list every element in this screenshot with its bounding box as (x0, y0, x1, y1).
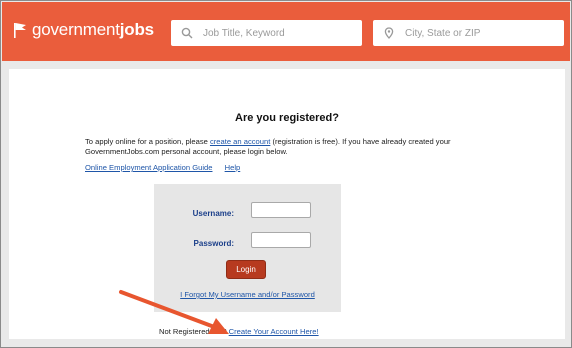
forgot-credentials-row: I Forgot My Username and/or Password (154, 290, 341, 299)
flag-icon (14, 23, 26, 38)
site-logo[interactable]: government jobs (12, 20, 154, 40)
location-search-input[interactable] (403, 26, 547, 40)
guide-links: Online Employment Application Guide Help (85, 163, 250, 172)
page-title: Are you registered? (235, 112, 339, 124)
location-search-box[interactable] (373, 20, 564, 46)
content-panel: Are you registered? To apply online for … (9, 69, 565, 339)
location-pin-icon (384, 27, 394, 39)
search-icon (181, 27, 193, 39)
application-guide-link[interactable]: Online Employment Application Guide (85, 163, 212, 172)
password-label: Password: (193, 239, 234, 248)
password-input[interactable] (251, 232, 311, 248)
not-registered-row: Not Registered Yet? Create Your Account … (159, 327, 319, 336)
logo-text-bold: jobs (119, 20, 154, 39)
username-label: Username: (192, 209, 234, 218)
login-button[interactable]: Login (226, 260, 266, 279)
intro-text: To apply online for a position, please c… (85, 137, 485, 157)
forgot-credentials-link[interactable]: I Forgot My Username and/or Password (180, 290, 315, 299)
keyword-search-box[interactable] (171, 20, 362, 46)
username-input[interactable] (251, 202, 311, 218)
login-box: Username: Password: Login I Forgot My Us… (154, 184, 341, 312)
help-link[interactable]: Help (225, 163, 241, 172)
intro-text-before: To apply online for a position, please (85, 137, 210, 146)
not-registered-text: Not Registered Yet? (159, 327, 227, 336)
site-header: government jobs (2, 2, 570, 61)
browser-frame: governmentjobs Are you registered? To ap… (0, 0, 572, 348)
create-account-link[interactable]: create an account (210, 137, 270, 146)
create-account-here-link[interactable]: Create Your Account Here! (229, 327, 319, 336)
keyword-search-input[interactable] (201, 26, 345, 40)
logo-text-regular: government (32, 20, 120, 39)
